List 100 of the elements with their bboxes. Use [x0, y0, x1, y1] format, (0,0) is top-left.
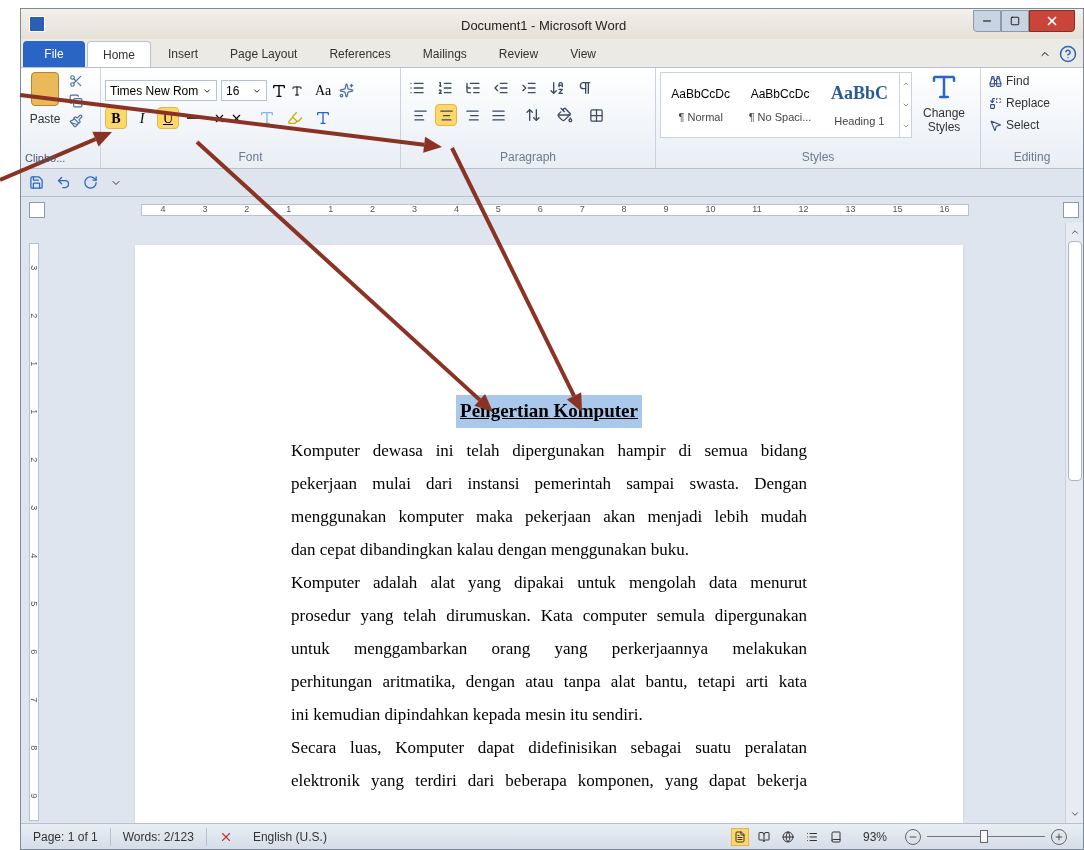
scrollbar-thumb[interactable] [1067, 241, 1082, 481]
ruler-number: 1 [28, 361, 41, 367]
ruler-number: 2 [28, 457, 41, 463]
ribbon-tab[interactable]: References [314, 41, 406, 67]
change-styles-button[interactable]: Change Styles [916, 72, 972, 138]
paintbrush-icon[interactable] [69, 114, 83, 128]
maximize-button[interactable] [1001, 10, 1029, 32]
clear-format-icon[interactable] [339, 83, 355, 98]
align-icon [412, 107, 428, 123]
redo-icon[interactable] [83, 175, 98, 190]
style-item[interactable]: AaBbCcDc ¶ Normal [661, 73, 741, 137]
grow-font-icon[interactable] [271, 82, 287, 99]
editing-button[interactable]: Select [989, 116, 1075, 134]
help-icon[interactable] [1059, 45, 1077, 63]
numbered-list-icon[interactable] [437, 80, 453, 96]
group-label: Paragraph [499, 149, 556, 166]
font-color-icon[interactable] [315, 110, 331, 126]
bullet-list-icon[interactable] [409, 80, 425, 96]
scissors-icon[interactable] [69, 74, 83, 88]
font-size-field[interactable]: 16 [221, 80, 267, 101]
document-line: Komputer dewasa ini telah dipergunakan hampir di semua bidang [291, 439, 807, 462]
ruler-number: 2 [244, 203, 250, 217]
view-icon [757, 830, 770, 843]
style-item[interactable]: AaBbCcDc ¶ No Spaci... [740, 73, 820, 137]
ribbon-tab[interactable]: View [555, 41, 611, 67]
decrease-indent-icon[interactable] [493, 80, 509, 96]
replace-icon [989, 96, 1002, 110]
ruler-number: 1 [286, 203, 292, 217]
group-label: Editing [1013, 149, 1051, 166]
zoom-slider[interactable] [927, 829, 1045, 844]
editing-button[interactable]: Replace [989, 94, 1075, 112]
ruler-number: 3 [28, 265, 41, 271]
borders-icon[interactable] [589, 107, 604, 123]
shading-icon[interactable] [557, 107, 573, 123]
scroll-down-icon[interactable] [1069, 809, 1080, 819]
document-line: Komputer adalah alat yang dipakai untuk mengolah data menurut [291, 571, 807, 594]
ruler-number: 1 [328, 203, 334, 217]
minimize-button[interactable] [973, 10, 1001, 32]
file-tab[interactable]: File [23, 41, 85, 67]
ruler-number: 6 [28, 649, 41, 655]
format-toggle[interactable]: I [131, 107, 153, 129]
zoom-slider-thumb[interactable] [979, 829, 988, 843]
view-icon [829, 830, 842, 843]
document-line: pekerjaan mulai dari instansi pemerintah sampai swasta. Dengan [291, 472, 807, 495]
document-line: elektronik yang terdiri dari beberapa komponen, yang dapat bekerja [291, 769, 807, 792]
vertical-scrollbar[interactable] [1065, 223, 1083, 823]
ruler-number: 3 [202, 203, 208, 217]
style-item[interactable]: AaBbC Heading 1 [819, 73, 900, 137]
page-count[interactable]: Page: 1 of 1 [21, 827, 111, 846]
ruler-number: 4 [453, 203, 459, 217]
document-line: menggunakan komputer maka pekerjaan akan menjadi lebih mudah [291, 505, 807, 528]
find-icon [989, 74, 1002, 88]
scroll-up-icon[interactable] [1069, 227, 1080, 237]
ribbon-tab[interactable]: Page Layout [215, 41, 313, 67]
document-line: ini kemudian dipindahkan kepada mesin itu sendiri. [291, 703, 644, 726]
ribbon-tab[interactable]: Mailings [407, 41, 482, 67]
ruler-number: 4 [28, 553, 41, 559]
shrink-font-icon[interactable] [291, 84, 303, 97]
sort-icon[interactable] [549, 80, 565, 96]
language-status[interactable]: English (U.S.) [244, 827, 335, 846]
ruler-number: 13 [845, 203, 856, 217]
ribbon-tab[interactable]: Home [87, 41, 151, 67]
text-effects-icon[interactable] [259, 110, 275, 126]
select-icon [989, 118, 1002, 132]
ruler-number: 11 [752, 203, 762, 217]
ribbon-tab[interactable]: Review [483, 41, 554, 67]
undo-icon[interactable] [56, 175, 71, 190]
close-button[interactable] [1029, 10, 1075, 32]
font-name-field[interactable]: Times New Rom [105, 80, 217, 101]
ribbon-tab[interactable]: Insert [153, 41, 214, 67]
editing-button[interactable]: Find [989, 72, 1075, 90]
align-button[interactable] [435, 104, 457, 126]
view-icon [733, 830, 746, 843]
line-spacing-icon[interactable] [525, 107, 541, 123]
document-line: untuk menggambarkan orang yang perkerjaannya melakukan [291, 637, 807, 660]
document-line: Secara luas, Komputer dapat didefinisikan sebagai suatu peralatan [291, 736, 807, 759]
ruler-number: 7 [579, 203, 585, 217]
ruler-number: 9 [28, 793, 41, 799]
ruler-number: 12 [798, 203, 809, 217]
pilcrow-icon[interactable] [577, 80, 593, 96]
close-icon [1045, 14, 1059, 28]
scroll-down-icon[interactable] [901, 101, 910, 109]
change-case-button[interactable]: Aa [311, 80, 336, 101]
view-ruler-icon[interactable] [1063, 202, 1079, 218]
save-icon[interactable] [29, 175, 44, 190]
tab-selector[interactable] [29, 202, 45, 218]
copy-icon[interactable] [69, 94, 83, 108]
zoom-percent[interactable]: 93% [862, 827, 887, 846]
multilevel-list-icon[interactable] [465, 80, 481, 96]
ruler-number: 7 [28, 697, 41, 703]
view-button[interactable] [730, 827, 749, 846]
ruler-number: 1 [28, 409, 41, 415]
paste-button[interactable]: Paste [25, 72, 65, 150]
increase-indent-icon[interactable] [521, 80, 537, 96]
word-count[interactable]: Words: 2/123 [110, 827, 207, 846]
ruler-number: 6 [537, 203, 543, 217]
ruler-number: 5 [495, 203, 501, 217]
align-icon [464, 107, 480, 123]
ruler-number: 10 [705, 203, 716, 217]
ruler-number: 8 [621, 203, 627, 217]
